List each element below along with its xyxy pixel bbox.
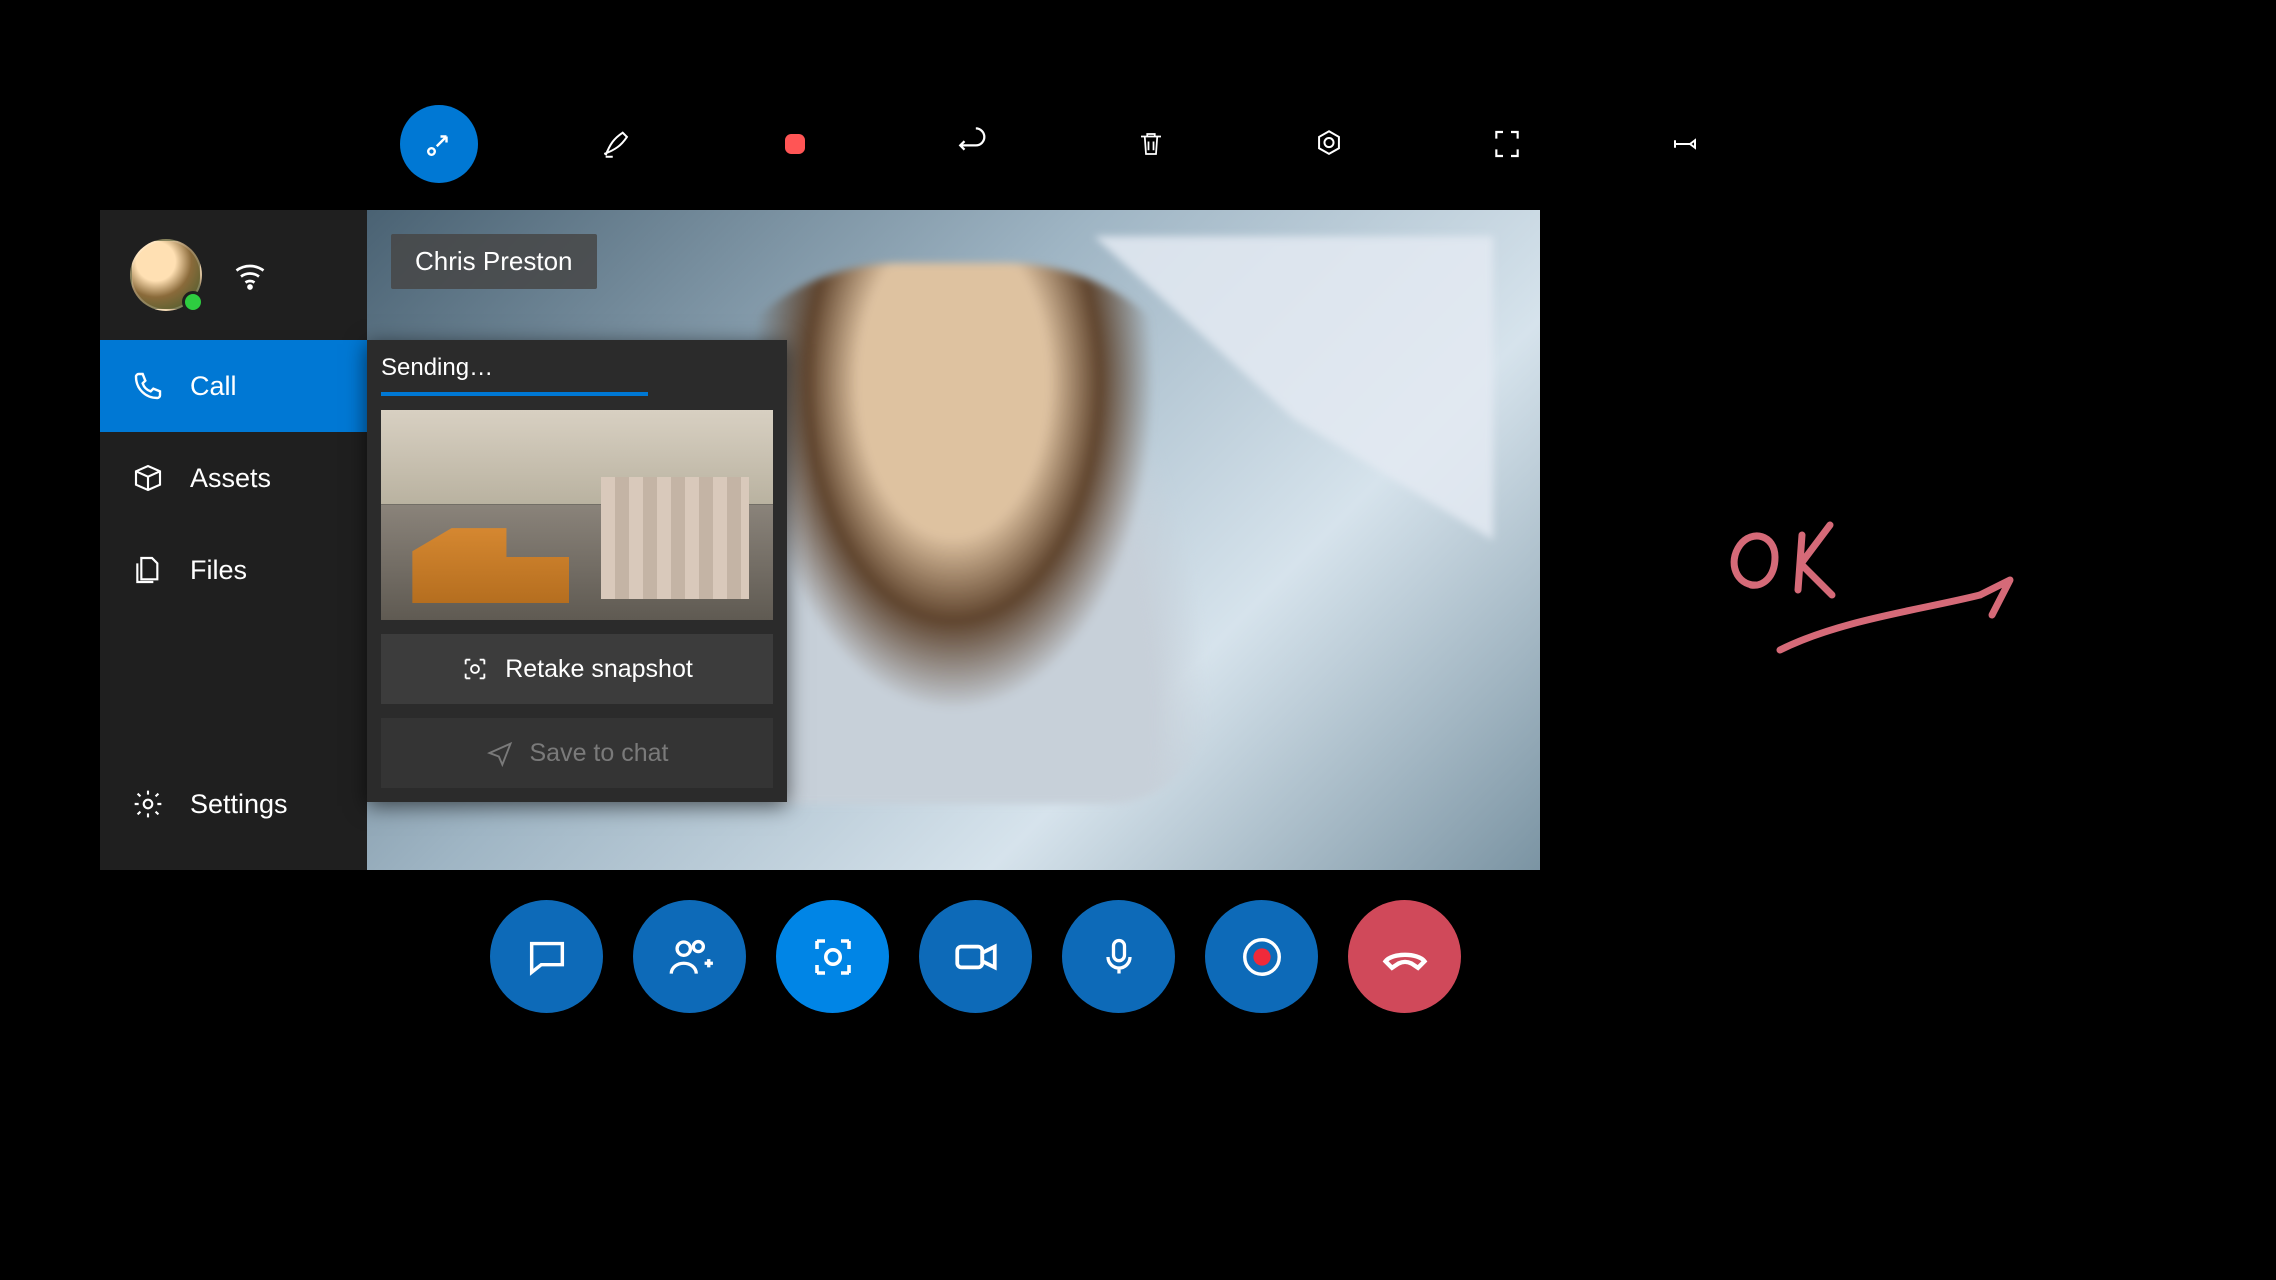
box-icon — [130, 462, 166, 494]
sidebar-item-label: Files — [190, 555, 247, 586]
collapse-button[interactable] — [400, 105, 478, 183]
sidebar-item-label: Assets — [190, 463, 271, 494]
caller-name-text: Chris Preston — [415, 246, 573, 276]
top-toolbar — [400, 105, 1724, 183]
sidebar-item-label: Call — [190, 371, 237, 402]
snapshot-progress-bar — [381, 392, 648, 396]
chat-button[interactable] — [490, 900, 603, 1013]
retake-label: Retake snapshot — [505, 655, 693, 684]
sidebar-header — [100, 210, 367, 340]
caller-name-label: Chris Preston — [391, 234, 597, 289]
snapshot-button[interactable] — [776, 900, 889, 1013]
snapshot-panel: Sending… Retake snapshot Save to chat — [367, 340, 787, 802]
phone-icon — [130, 370, 166, 402]
presence-available-icon — [182, 291, 204, 313]
call-window: Call Assets Files — [100, 210, 1540, 870]
files-icon — [130, 554, 166, 586]
gear-icon — [130, 788, 166, 820]
snapshot-thumbnail — [381, 410, 773, 620]
video-button[interactable] — [919, 900, 1032, 1013]
save-to-chat-button[interactable]: Save to chat — [381, 718, 773, 788]
mic-button[interactable] — [1062, 900, 1175, 1013]
sidebar-item-label: Settings — [190, 789, 288, 820]
sidebar-item-call[interactable]: Call — [100, 340, 367, 432]
ink-annotation — [1720, 500, 2040, 680]
wifi-icon — [232, 257, 268, 293]
pen-button[interactable] — [578, 105, 656, 183]
stop-record-button[interactable] — [756, 105, 834, 183]
avatar[interactable] — [130, 239, 202, 311]
trash-button[interactable] — [1112, 105, 1190, 183]
lens-button[interactable] — [1290, 105, 1368, 183]
send-icon — [486, 739, 514, 767]
hangup-button[interactable] — [1348, 900, 1461, 1013]
sidebar-item-settings[interactable]: Settings — [100, 758, 288, 850]
sidebar-item-files[interactable]: Files — [100, 524, 367, 616]
sidebar: Call Assets Files — [100, 210, 367, 870]
retake-snapshot-button[interactable]: Retake snapshot — [381, 634, 773, 704]
add-participant-button[interactable] — [633, 900, 746, 1013]
fullscreen-button[interactable] — [1468, 105, 1546, 183]
undo-button[interactable] — [934, 105, 1012, 183]
save-label: Save to chat — [530, 739, 669, 768]
snapshot-frame-icon — [461, 655, 489, 683]
call-controls — [490, 900, 1461, 1013]
record-button[interactable] — [1205, 900, 1318, 1013]
sidebar-item-assets[interactable]: Assets — [100, 432, 367, 524]
snapshot-status: Sending… — [381, 354, 773, 382]
pin-button[interactable] — [1646, 105, 1724, 183]
